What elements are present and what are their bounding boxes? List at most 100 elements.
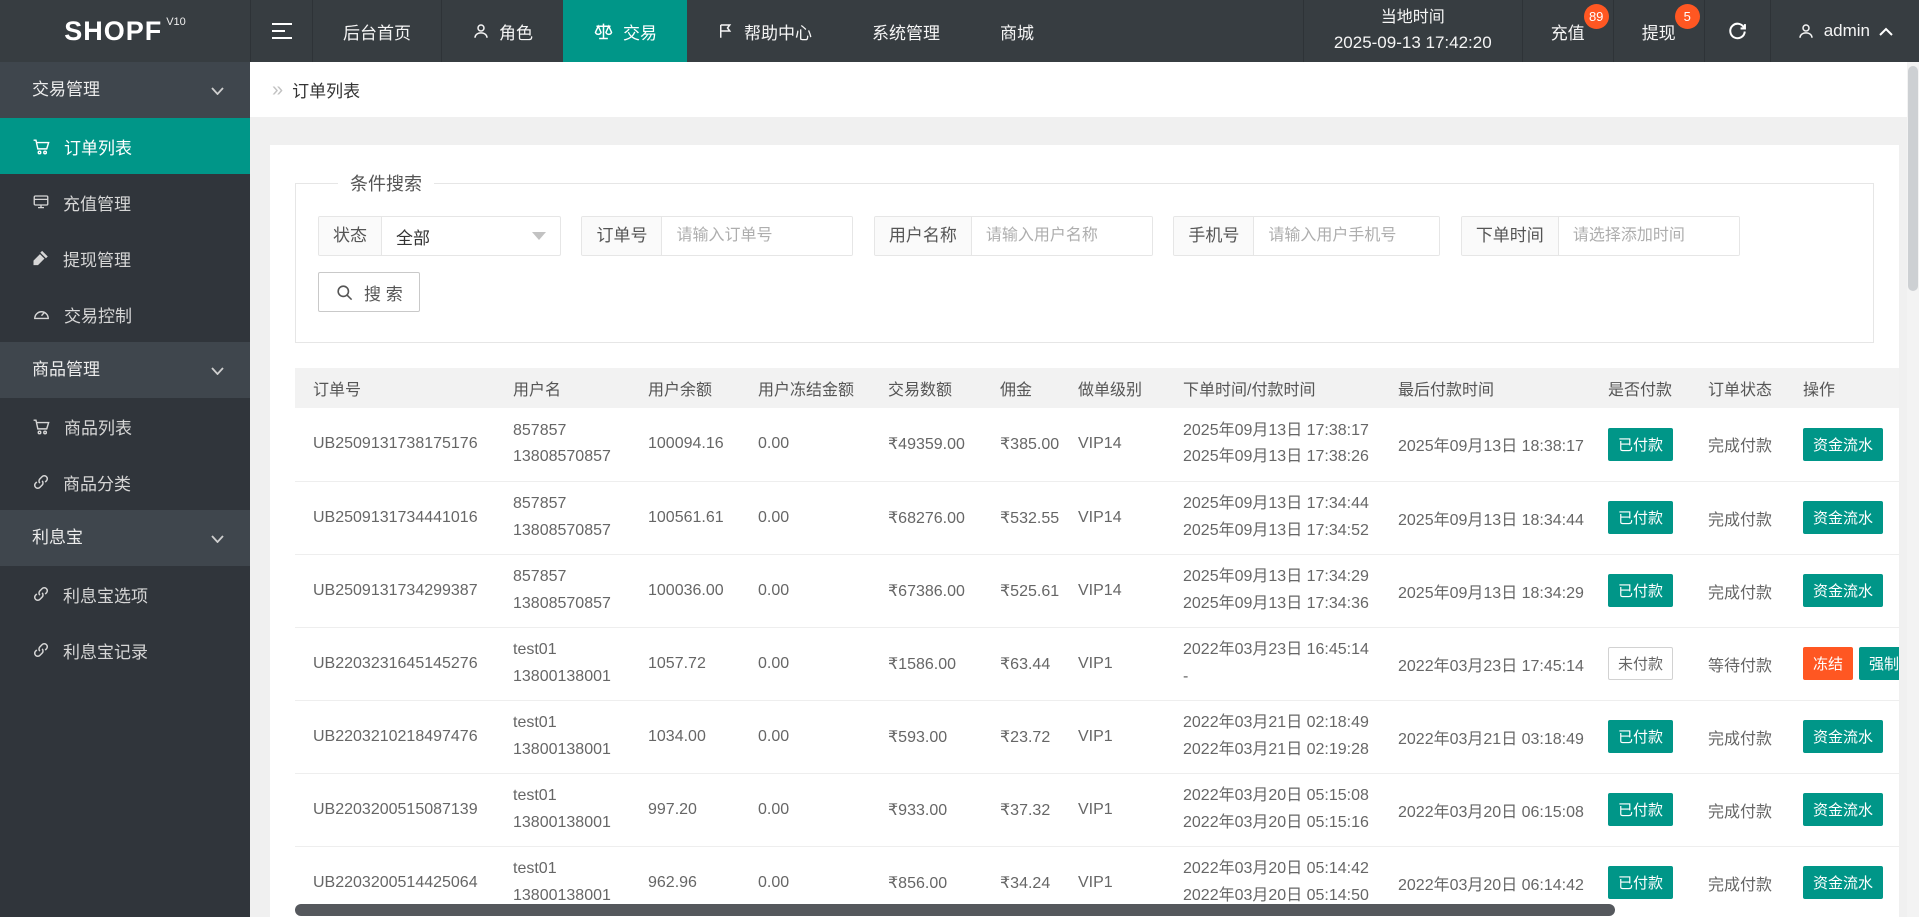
cell-user: 857857 13808570857 xyxy=(495,554,630,628)
cell-order-status: 完成付款 xyxy=(1690,408,1785,482)
cell-user: 857857 13808570857 xyxy=(495,408,630,482)
cell-amount: ₹593.00 xyxy=(870,700,982,774)
order-no-label: 订单号 xyxy=(582,217,663,255)
user-stack: test01 13800138001 xyxy=(513,637,622,690)
sidebar-item-label: 充值管理 xyxy=(63,194,131,214)
paid-status-badge: 已付款 xyxy=(1608,793,1674,826)
action-button-fund-flow[interactable]: 资金流水 xyxy=(1803,501,1884,534)
refresh-button[interactable] xyxy=(1703,0,1770,62)
link-icon xyxy=(32,585,50,603)
sidebar-group-product-management[interactable]: 商品管理 xyxy=(0,342,250,398)
cell-level: VIP14 xyxy=(1060,408,1165,482)
cell-commission: ₹23.72 xyxy=(982,700,1060,774)
chevron-down-icon xyxy=(211,367,224,375)
sidebar-item-interest-options[interactable]: 利息宝选项 xyxy=(0,566,250,622)
cell-order-pay-time: 2022年03月21日 02:18:49 2022年03月21日 02:19:28 xyxy=(1165,700,1380,774)
cell-order-status: 等待付款 xyxy=(1690,627,1785,701)
username-text: test01 xyxy=(513,641,557,659)
vertical-scrollbar[interactable] xyxy=(1907,62,1919,917)
action-button-force-pay[interactable]: 强制付款 xyxy=(1859,647,1899,680)
sidebar-item-label: 交易控制 xyxy=(64,306,132,326)
chevron-up-icon xyxy=(1879,27,1893,36)
cell-order-no: UB2509131734441016 xyxy=(295,481,495,555)
user-name-label: 用户名称 xyxy=(874,217,972,255)
column-header-paid: 是否付款 xyxy=(1590,368,1690,408)
cell-order-pay-time: 2022年03月23日 16:45:14 - xyxy=(1165,627,1380,701)
user-menu[interactable]: admin xyxy=(1769,0,1919,62)
phone-input[interactable] xyxy=(1254,217,1440,255)
user-name-input[interactable] xyxy=(971,217,1152,255)
sidebar-item-recharge-management[interactable]: 充值管理 xyxy=(0,174,250,230)
order-time-text: 2022年03月20日 05:15:08 xyxy=(1183,787,1369,805)
order-no-input[interactable] xyxy=(662,217,853,255)
cell-balance: 997.20 xyxy=(630,773,740,847)
cell-order-no: UB2203200515087139 xyxy=(295,773,495,847)
column-header-order-pay-time: 下单时间/付款时间 xyxy=(1165,368,1380,408)
cell-order-pay-time: 2025年09月13日 17:34:29 2025年09月13日 17:34:36 xyxy=(1165,554,1380,628)
nav-item-dashboard[interactable]: 后台首页 xyxy=(312,0,441,62)
search-icon xyxy=(335,283,354,302)
vertical-scrollbar-thumb[interactable] xyxy=(1908,66,1918,291)
paid-status-badge: 已付款 xyxy=(1608,866,1674,899)
cell-order-no: UB2509131738175176 xyxy=(295,408,495,482)
search-legend: 条件搜索 xyxy=(350,174,422,194)
order-table-wrap: 订单号 用户名 用户余额 用户冻结金额 交易数额 佣金 做单级别 下单时间/付款… xyxy=(295,368,1899,917)
sidebar-item-order-list[interactable]: 订单列表 xyxy=(0,118,250,174)
sidebar-item-product-list[interactable]: 商品列表 xyxy=(0,398,250,454)
recharge-shortcut[interactable]: 充值 89 xyxy=(1521,0,1613,62)
status-label: 状态 xyxy=(319,217,382,255)
username-text: 857857 xyxy=(513,495,567,513)
cell-last-pay-time: 2025年09月13日 18:38:17 xyxy=(1380,408,1590,482)
user-stack: 857857 13808570857 xyxy=(513,564,622,617)
action-button-fund-flow[interactable]: 资金流水 xyxy=(1803,427,1884,461)
action-button-fund-flow[interactable]: 资金流水 xyxy=(1803,793,1884,826)
sidebar-group-trade-management[interactable]: 交易管理 xyxy=(0,62,250,118)
cell-order-pay-time: 2025年09月13日 17:38:17 2025年09月13日 17:38:26 xyxy=(1165,408,1380,482)
recharge-count-badge: 89 xyxy=(1583,4,1609,29)
cell-commission: ₹63.44 xyxy=(982,627,1060,701)
gavel-icon xyxy=(32,249,50,267)
action-button-fund-flow[interactable]: 资金流水 xyxy=(1803,574,1884,607)
phone-label: 手机号 xyxy=(1174,217,1255,255)
cell-order-status: 完成付款 xyxy=(1690,773,1785,847)
nav-item-help-center[interactable]: 帮助中心 xyxy=(687,0,842,62)
horizontal-scrollbar-thumb[interactable] xyxy=(295,904,1615,916)
sidebar-item-interest-records[interactable]: 利息宝记录 xyxy=(0,622,250,678)
cell-order-status: 完成付款 xyxy=(1690,700,1785,774)
page-title: 订单列表 xyxy=(292,82,361,101)
cell-level: VIP1 xyxy=(1060,700,1165,774)
sidebar-toggle-button[interactable] xyxy=(250,0,312,62)
table-row: UB2509131734441016 857857 13808570857 10056… xyxy=(295,481,1899,555)
cell-amount: ₹1586.00 xyxy=(870,627,982,701)
nav-item-system[interactable]: 系统管理 xyxy=(842,0,970,62)
sidebar-group-interest-treasure[interactable]: 利息宝 xyxy=(0,510,250,566)
cell-frozen: 0.00 xyxy=(740,700,870,774)
order-time-input[interactable] xyxy=(1558,217,1739,255)
cell-balance: 1057.72 xyxy=(630,627,740,701)
sidebar-item-product-category[interactable]: 商品分类 xyxy=(0,454,250,510)
top-bar: SHOPF V10 后台首页 角色 交易 帮助中心 系统管理 商城 当地时间 2… xyxy=(0,0,1919,62)
user-stack: 857857 13808570857 xyxy=(513,418,622,471)
recharge-label: 充值 xyxy=(1550,23,1585,43)
user-phone-text: 13808570857 xyxy=(513,521,611,539)
nav-item-trade[interactable]: 交易 xyxy=(563,0,687,62)
table-row: UB2203210218497476 test01 13800138001 1034.… xyxy=(295,700,1899,774)
user-phone-text: 13800138001 xyxy=(513,667,611,685)
withdraw-shortcut[interactable]: 提现 5 xyxy=(1612,0,1704,62)
search-button[interactable]: 搜 索 xyxy=(318,272,420,312)
sidebar-item-trade-control[interactable]: 交易控制 xyxy=(0,286,250,342)
nav-item-mall[interactable]: 商城 xyxy=(970,0,1064,62)
time-stack: 2022年03月20日 05:15:08 2022年03月20日 05:15:16 xyxy=(1183,783,1372,836)
sidebar-item-label: 利息宝选项 xyxy=(63,586,148,606)
user-phone-text: 13808570857 xyxy=(513,594,611,612)
action-button-freeze[interactable]: 冻结 xyxy=(1803,647,1854,680)
sidebar-item-withdraw-management[interactable]: 提现管理 xyxy=(0,230,250,286)
hamburger-icon xyxy=(271,22,293,40)
action-button-fund-flow[interactable]: 资金流水 xyxy=(1803,720,1884,753)
cell-actions: 资金流水 xyxy=(1785,846,1899,917)
action-button-fund-flow[interactable]: 资金流水 xyxy=(1803,866,1884,899)
status-select[interactable]: 全部 xyxy=(382,217,560,255)
cell-last-pay-time: 2025年09月13日 18:34:44 xyxy=(1380,481,1590,555)
sidebar-item-label: 商品列表 xyxy=(64,418,132,438)
nav-item-roles[interactable]: 角色 xyxy=(441,0,563,62)
